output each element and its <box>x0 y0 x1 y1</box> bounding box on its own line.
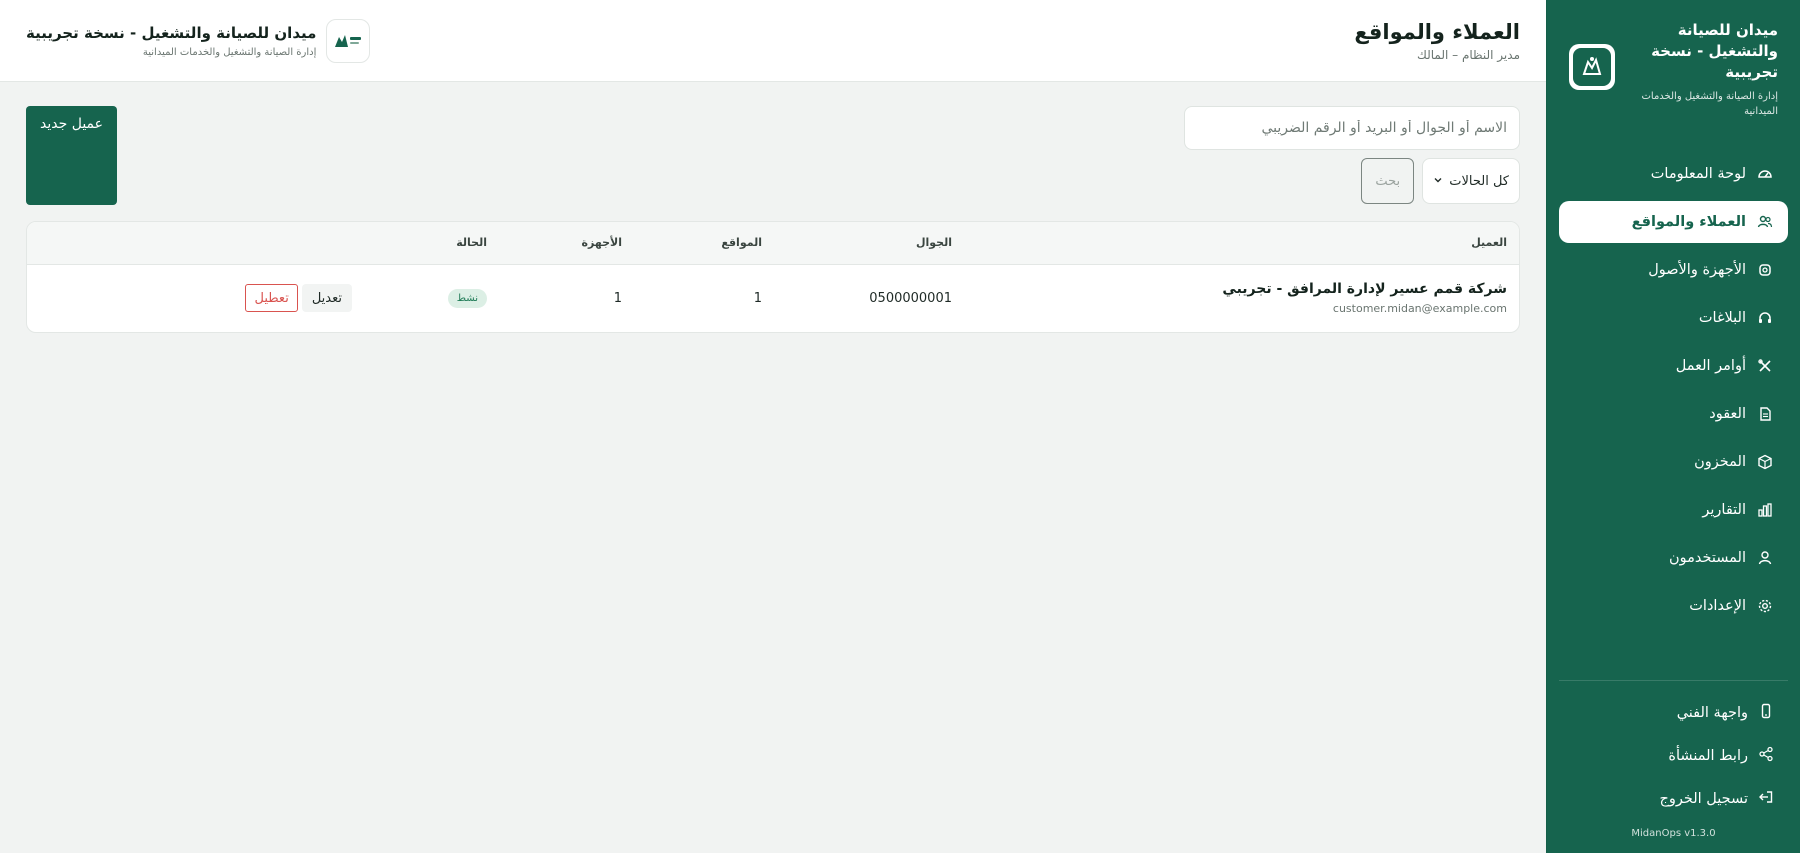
disable-button[interactable]: تعطيل <box>245 284 298 313</box>
share-icon <box>1758 746 1774 766</box>
sidebar-item-contracts[interactable]: العقود <box>1559 393 1788 435</box>
column-header-customer: العميل <box>964 222 1519 265</box>
column-header-sites: المواقع <box>634 222 774 265</box>
column-header-status: الحالة <box>364 222 499 265</box>
org-logo-icon <box>335 34 362 47</box>
logout-label: تسجيل الخروج <box>1659 790 1748 807</box>
customers-table-card: العميل الجوال المواقع الأجهزة الحالة شرك… <box>26 221 1520 333</box>
org-text: ميدان للصيانة والتشغيل - نسخة تجريبية إد… <box>26 24 316 58</box>
search-input[interactable] <box>1184 106 1520 150</box>
status-filter-value: كل الحالات <box>1449 173 1509 189</box>
sidebar-item-label: العقود <box>1709 406 1746 422</box>
sidebar-item-label: المستخدمون <box>1668 550 1746 566</box>
sidebar-subtitle: إدارة الصيانة والتشغيل والخدمات الميداني… <box>1641 91 1778 117</box>
status-badge: نشط <box>447 288 487 308</box>
sidebar-item-label: التقارير <box>1702 502 1746 518</box>
sidebar-item-dashboard[interactable]: لوحة المعلومات <box>1559 153 1788 195</box>
filter-row: كل الحالات بحث <box>1184 158 1520 204</box>
sidebar-brand-text: ميدان للصيانة والتشغيل - نسخة تجريبية إد… <box>1627 20 1778 119</box>
sidebar-item-label: لوحة المعلومات <box>1650 166 1746 182</box>
facility-link-label: رابط المنشأة <box>1668 747 1748 764</box>
column-header-mobile: الجوال <box>774 222 964 265</box>
customer-cell: شركة قمم عسير لإدارة المرافق - تجريبي cu… <box>964 264 1519 332</box>
sidebar-divider <box>1559 680 1788 681</box>
sidebar-item-inventory[interactable]: المخزون <box>1559 441 1788 483</box>
topbar: العملاء والمواقع مدير النظام – المالك مي… <box>0 0 1546 82</box>
logo-mark-icon <box>1582 57 1602 75</box>
page-title: العملاء والمواقع <box>1354 19 1520 44</box>
column-header-actions <box>27 222 364 265</box>
sidebar-footer: واجهة الفني رابط المنشأة تسجيل الخروج Mi… <box>1547 680 1800 853</box>
chevron-down-icon <box>1433 174 1443 189</box>
status-cell: نشط <box>364 264 499 332</box>
document-icon <box>1756 405 1774 423</box>
mobile-icon <box>1758 703 1774 723</box>
org-name: ميدان للصيانة والتشغيل - نسخة تجريبية <box>26 23 317 42</box>
gear-icon <box>1756 597 1774 615</box>
edit-button[interactable]: تعديل <box>301 284 352 313</box>
sidebar-item-customers[interactable]: العملاء والمواقع <box>1559 201 1788 243</box>
app-version: MidanOps v1.3.0 <box>1631 828 1716 839</box>
devices-cell: 1 <box>613 290 622 306</box>
content: كل الحالات بحث عميل جديد العميل <box>0 82 1546 333</box>
sidebar-item-label: أوامر العمل <box>1675 358 1746 374</box>
status-filter-select[interactable]: كل الحالات <box>1422 158 1520 204</box>
customer-email: customer.midan@example.com <box>1332 302 1507 316</box>
sidebar-item-label: الإعدادات <box>1689 598 1746 614</box>
search-button[interactable]: بحث <box>1361 158 1415 204</box>
sidebar: ميدان للصيانة والتشغيل - نسخة تجريبية إد… <box>1546 0 1800 853</box>
app-shell: ميدان للصيانة والتشغيل - نسخة تجريبية إد… <box>0 0 1800 853</box>
dashboard-icon <box>1756 165 1774 183</box>
tools-icon <box>1756 357 1774 375</box>
org-badge: ميدان للصيانة والتشغيل - نسخة تجريبية إد… <box>26 18 371 63</box>
bar-chart-icon <box>1756 501 1774 519</box>
page-subtitle: مدير النظام – المالك <box>1416 47 1520 62</box>
page-heading: العملاء والمواقع مدير النظام – المالك <box>1354 20 1520 62</box>
chip-icon <box>1756 261 1774 279</box>
sidebar-item-devices[interactable]: الأجهزة والأصول <box>1559 249 1788 291</box>
org-subtitle: إدارة الصيانة والتشغيل والخدمات الميداني… <box>142 46 317 58</box>
sidebar-title: ميدان للصيانة والتشغيل - نسخة تجريبية <box>1651 21 1778 81</box>
sidebar-item-label: الأجهزة والأصول <box>1648 262 1746 278</box>
org-logo <box>326 18 371 63</box>
mobile-cell: 0500000001 <box>869 290 952 306</box>
sidebar-item-reports[interactable]: التقارير <box>1559 489 1788 531</box>
sidebar-item-settings[interactable]: الإعدادات <box>1559 585 1788 627</box>
sidebar-nav: لوحة المعلومات العملاء والمواقع الأجهزة … <box>1547 153 1800 627</box>
user-icon <box>1756 549 1774 567</box>
sidebar-item-users[interactable]: المستخدمون <box>1559 537 1788 579</box>
column-header-devices: الأجهزة <box>499 222 634 265</box>
table-row: شركة قمم عسير لإدارة المرافق - تجريبي cu… <box>27 264 1519 332</box>
table-header-row: العميل الجوال المواقع الأجهزة الحالة <box>27 222 1519 265</box>
facility-link[interactable]: رابط المنشأة <box>1547 734 1800 777</box>
box-icon <box>1756 453 1774 471</box>
sidebar-brand: ميدان للصيانة والتشغيل - نسخة تجريبية إد… <box>1547 0 1800 119</box>
logout-icon <box>1758 789 1774 809</box>
sites-cell: 1 <box>753 290 762 306</box>
sidebar-item-label: المخزون <box>1694 454 1746 470</box>
toolbar: كل الحالات بحث عميل جديد <box>26 106 1520 205</box>
sidebar-item-label: البلاغات <box>1698 310 1746 326</box>
row-actions: تعديل تعطيل <box>39 284 352 313</box>
technician-view-link[interactable]: واجهة الفني <box>1547 691 1800 734</box>
app-logo <box>1569 44 1615 90</box>
logout-button[interactable]: تسجيل الخروج <box>1547 777 1800 820</box>
filters: كل الحالات بحث <box>1184 106 1520 204</box>
technician-view-label: واجهة الفني <box>1676 704 1748 721</box>
new-customer-button[interactable]: عميل جديد <box>26 106 117 205</box>
sidebar-item-label: العملاء والمواقع <box>1631 214 1746 230</box>
customer-name: شركة قمم عسير لإدارة المرافق - تجريبي <box>1222 281 1507 298</box>
sidebar-item-work-orders[interactable]: أوامر العمل <box>1559 345 1788 387</box>
actions-cell: تعديل تعطيل <box>27 264 364 332</box>
headset-icon <box>1756 309 1774 327</box>
users-icon <box>1756 213 1774 231</box>
customers-table: العميل الجوال المواقع الأجهزة الحالة شرك… <box>27 222 1519 332</box>
main-area: العملاء والمواقع مدير النظام – المالك مي… <box>0 0 1546 853</box>
sidebar-item-tickets[interactable]: البلاغات <box>1559 297 1788 339</box>
